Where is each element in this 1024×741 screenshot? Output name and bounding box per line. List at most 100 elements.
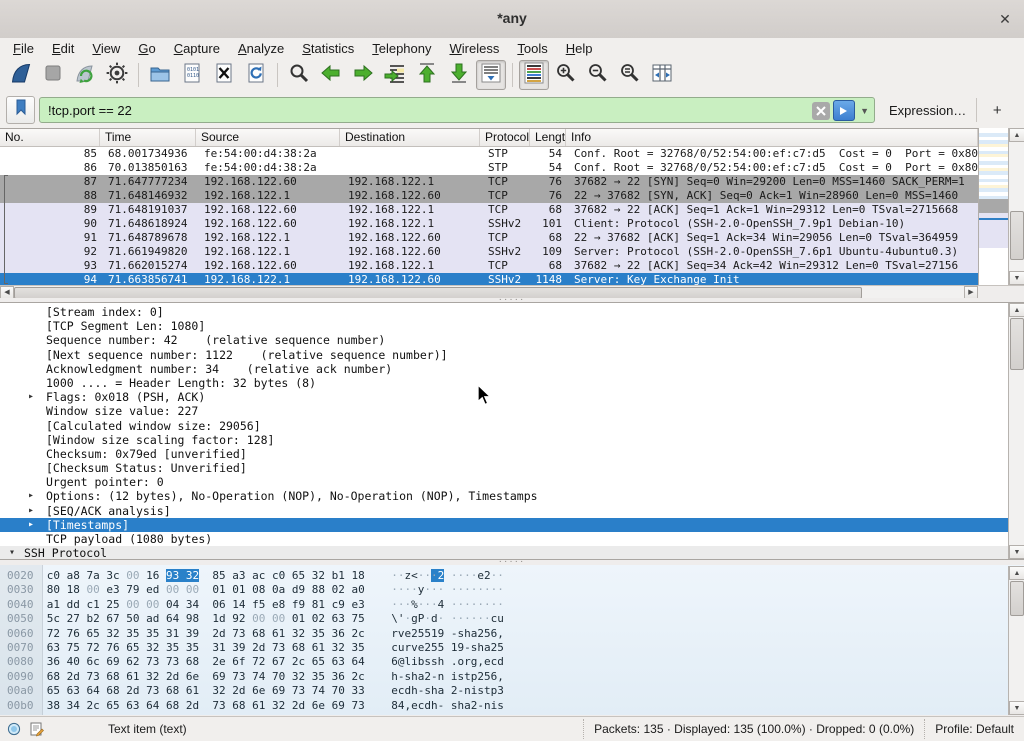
hex-byte[interactable]: 73 [272, 641, 285, 654]
ascii-char[interactable]: · [391, 598, 398, 611]
hex-byte[interactable]: ac [252, 569, 265, 582]
hex-byte[interactable]: 01 [292, 612, 305, 625]
hex-byte[interactable]: 35 [126, 627, 139, 640]
hex-byte[interactable]: 68 [232, 699, 245, 712]
detail-line[interactable]: ▸[Timestamps] [0, 518, 1024, 532]
hex-byte[interactable]: 32 [186, 569, 199, 582]
status-profile[interactable]: Profile: Default [924, 719, 1024, 739]
hex-byte[interactable]: 04 [166, 598, 179, 611]
hex-byte[interactable]: 39 [186, 627, 199, 640]
open-file-button[interactable] [145, 60, 175, 90]
filter-clear-icon[interactable] [812, 102, 830, 120]
ascii-char[interactable]: s [431, 655, 438, 668]
ascii-char[interactable]: s [451, 699, 458, 712]
hex-byte[interactable]: 80 [47, 583, 60, 596]
hex-byte[interactable]: 64 [166, 612, 179, 625]
scroll-down-icon[interactable]: ▼ [1009, 545, 1024, 559]
hex-byte[interactable]: 63 [67, 684, 80, 697]
ascii-char[interactable]: % [411, 598, 418, 611]
hex-byte[interactable]: 02 [312, 612, 325, 625]
filter-dropdown-icon[interactable]: ▼ [858, 106, 871, 116]
ascii-char[interactable]: i [411, 655, 418, 668]
hex-byte[interactable]: 39 [232, 641, 245, 654]
hex-byte[interactable]: 68 [166, 684, 179, 697]
hex-byte[interactable]: 2d [186, 699, 199, 712]
hex-byte[interactable]: 6e [312, 699, 325, 712]
hex-byte[interactable]: e3 [352, 598, 365, 611]
hex-byte[interactable]: 93 [166, 569, 179, 582]
menu-file[interactable]: File [4, 40, 43, 57]
hex-byte[interactable]: 32 [272, 699, 285, 712]
zoom-out-button[interactable] [583, 60, 613, 90]
hex-byte[interactable]: 75 [67, 641, 80, 654]
hex-byte[interactable]: 36 [332, 670, 345, 683]
hex-byte[interactable]: 69 [332, 699, 345, 712]
hex-byte[interactable]: 65 [87, 627, 100, 640]
hex-byte[interactable]: 68 [186, 655, 199, 668]
hex-byte[interactable]: 68 [252, 627, 265, 640]
hex-byte[interactable]: 61 [272, 627, 285, 640]
detail-line[interactable]: [Checksum Status: Unverified] [0, 461, 1024, 475]
hex-byte[interactable]: 50 [126, 612, 139, 625]
packet-list-header[interactable]: No.TimeSourceDestinationProtocolLengthIn… [0, 129, 978, 147]
hex-byte[interactable]: 65 [126, 641, 139, 654]
packet-row-87[interactable]: 8771.647777234192.168.122.60192.168.122.… [0, 175, 978, 189]
hex-byte[interactable]: 32 [146, 641, 159, 654]
hex-byte[interactable]: 76 [106, 641, 119, 654]
hex-byte[interactable]: 2d [166, 670, 179, 683]
ascii-char[interactable]: 4 [398, 699, 405, 712]
ascii-char[interactable]: · [484, 583, 491, 596]
ascii-char[interactable]: s [497, 699, 504, 712]
collapsed-arrow-icon[interactable]: ▸ [28, 489, 34, 503]
column-header-time[interactable]: Time [100, 129, 196, 146]
ascii-char[interactable]: · [477, 612, 484, 625]
packet-row-85[interactable]: 8568.001734936fe:54:00:d4:38:2aSTP54Conf… [0, 147, 978, 161]
collapsed-arrow-icon[interactable]: ▸ [28, 518, 34, 532]
packet-bytes-pane[interactable]: 0020 c0 a8 7a 3c 00 16 93 32 85 a3 ac c0… [0, 565, 1024, 715]
intelligent-scrollbar-minimap[interactable] [978, 128, 1009, 285]
hex-byte[interactable]: 2d [252, 641, 265, 654]
ascii-char[interactable]: 2 [411, 627, 418, 640]
ascii-char[interactable]: h [431, 699, 438, 712]
hex-byte[interactable]: 2c [292, 655, 305, 668]
hex-byte[interactable]: 63 [47, 641, 60, 654]
ascii-char[interactable]: 2 [484, 569, 491, 582]
detail-line[interactable]: [Stream index: 0] [0, 305, 1024, 319]
hex-byte[interactable]: 38 [47, 699, 60, 712]
hex-byte[interactable]: 2c [352, 670, 365, 683]
ascii-char[interactable]: < [411, 569, 418, 582]
detail-line[interactable]: [Window size scaling factor: 128] [0, 433, 1024, 447]
ascii-char[interactable]: · [424, 598, 431, 611]
ascii-char[interactable]: i [451, 670, 458, 683]
menu-capture[interactable]: Capture [165, 40, 229, 57]
hex-byte[interactable]: 35 [186, 641, 199, 654]
hex-byte[interactable]: 7a [87, 569, 100, 582]
column-header-length[interactable]: Length [530, 129, 566, 146]
scroll-up-icon[interactable]: ▲ [1009, 566, 1024, 580]
ascii-char[interactable]: t [464, 670, 471, 683]
hex-byte[interactable]: 32 [312, 569, 325, 582]
go-last-button[interactable] [444, 60, 474, 90]
ascii-char[interactable]: · [398, 583, 405, 596]
hex-byte[interactable]: 16 [146, 569, 159, 582]
hex-byte[interactable]: 36 [332, 627, 345, 640]
hex-byte[interactable]: 35 [352, 641, 365, 654]
hex-byte[interactable]: 2d [67, 670, 80, 683]
bytes-vscrollbar[interactable]: ▲ ▼ [1008, 566, 1024, 715]
hex-byte[interactable]: a8 [67, 569, 80, 582]
filter-bookmark-button[interactable] [6, 96, 35, 124]
ascii-char[interactable]: c [391, 641, 398, 654]
hex-byte[interactable]: 67 [106, 612, 119, 625]
hex-byte[interactable]: 01 [232, 583, 245, 596]
hex-byte[interactable]: 68 [47, 670, 60, 683]
save-file-button[interactable]: 01010110 [177, 60, 207, 90]
packet-list-hscrollbar[interactable]: ◀ ▶ [0, 285, 978, 299]
menu-go[interactable]: Go [129, 40, 164, 57]
ascii-char[interactable]: . [451, 655, 458, 668]
menu-edit[interactable]: Edit [43, 40, 83, 57]
hex-byte[interactable]: 64 [146, 699, 159, 712]
ascii-char[interactable]: · [464, 569, 471, 582]
resize-columns-button[interactable] [647, 60, 677, 90]
ascii-char[interactable]: 5 [484, 670, 491, 683]
hex-byte[interactable]: 6e [186, 670, 199, 683]
